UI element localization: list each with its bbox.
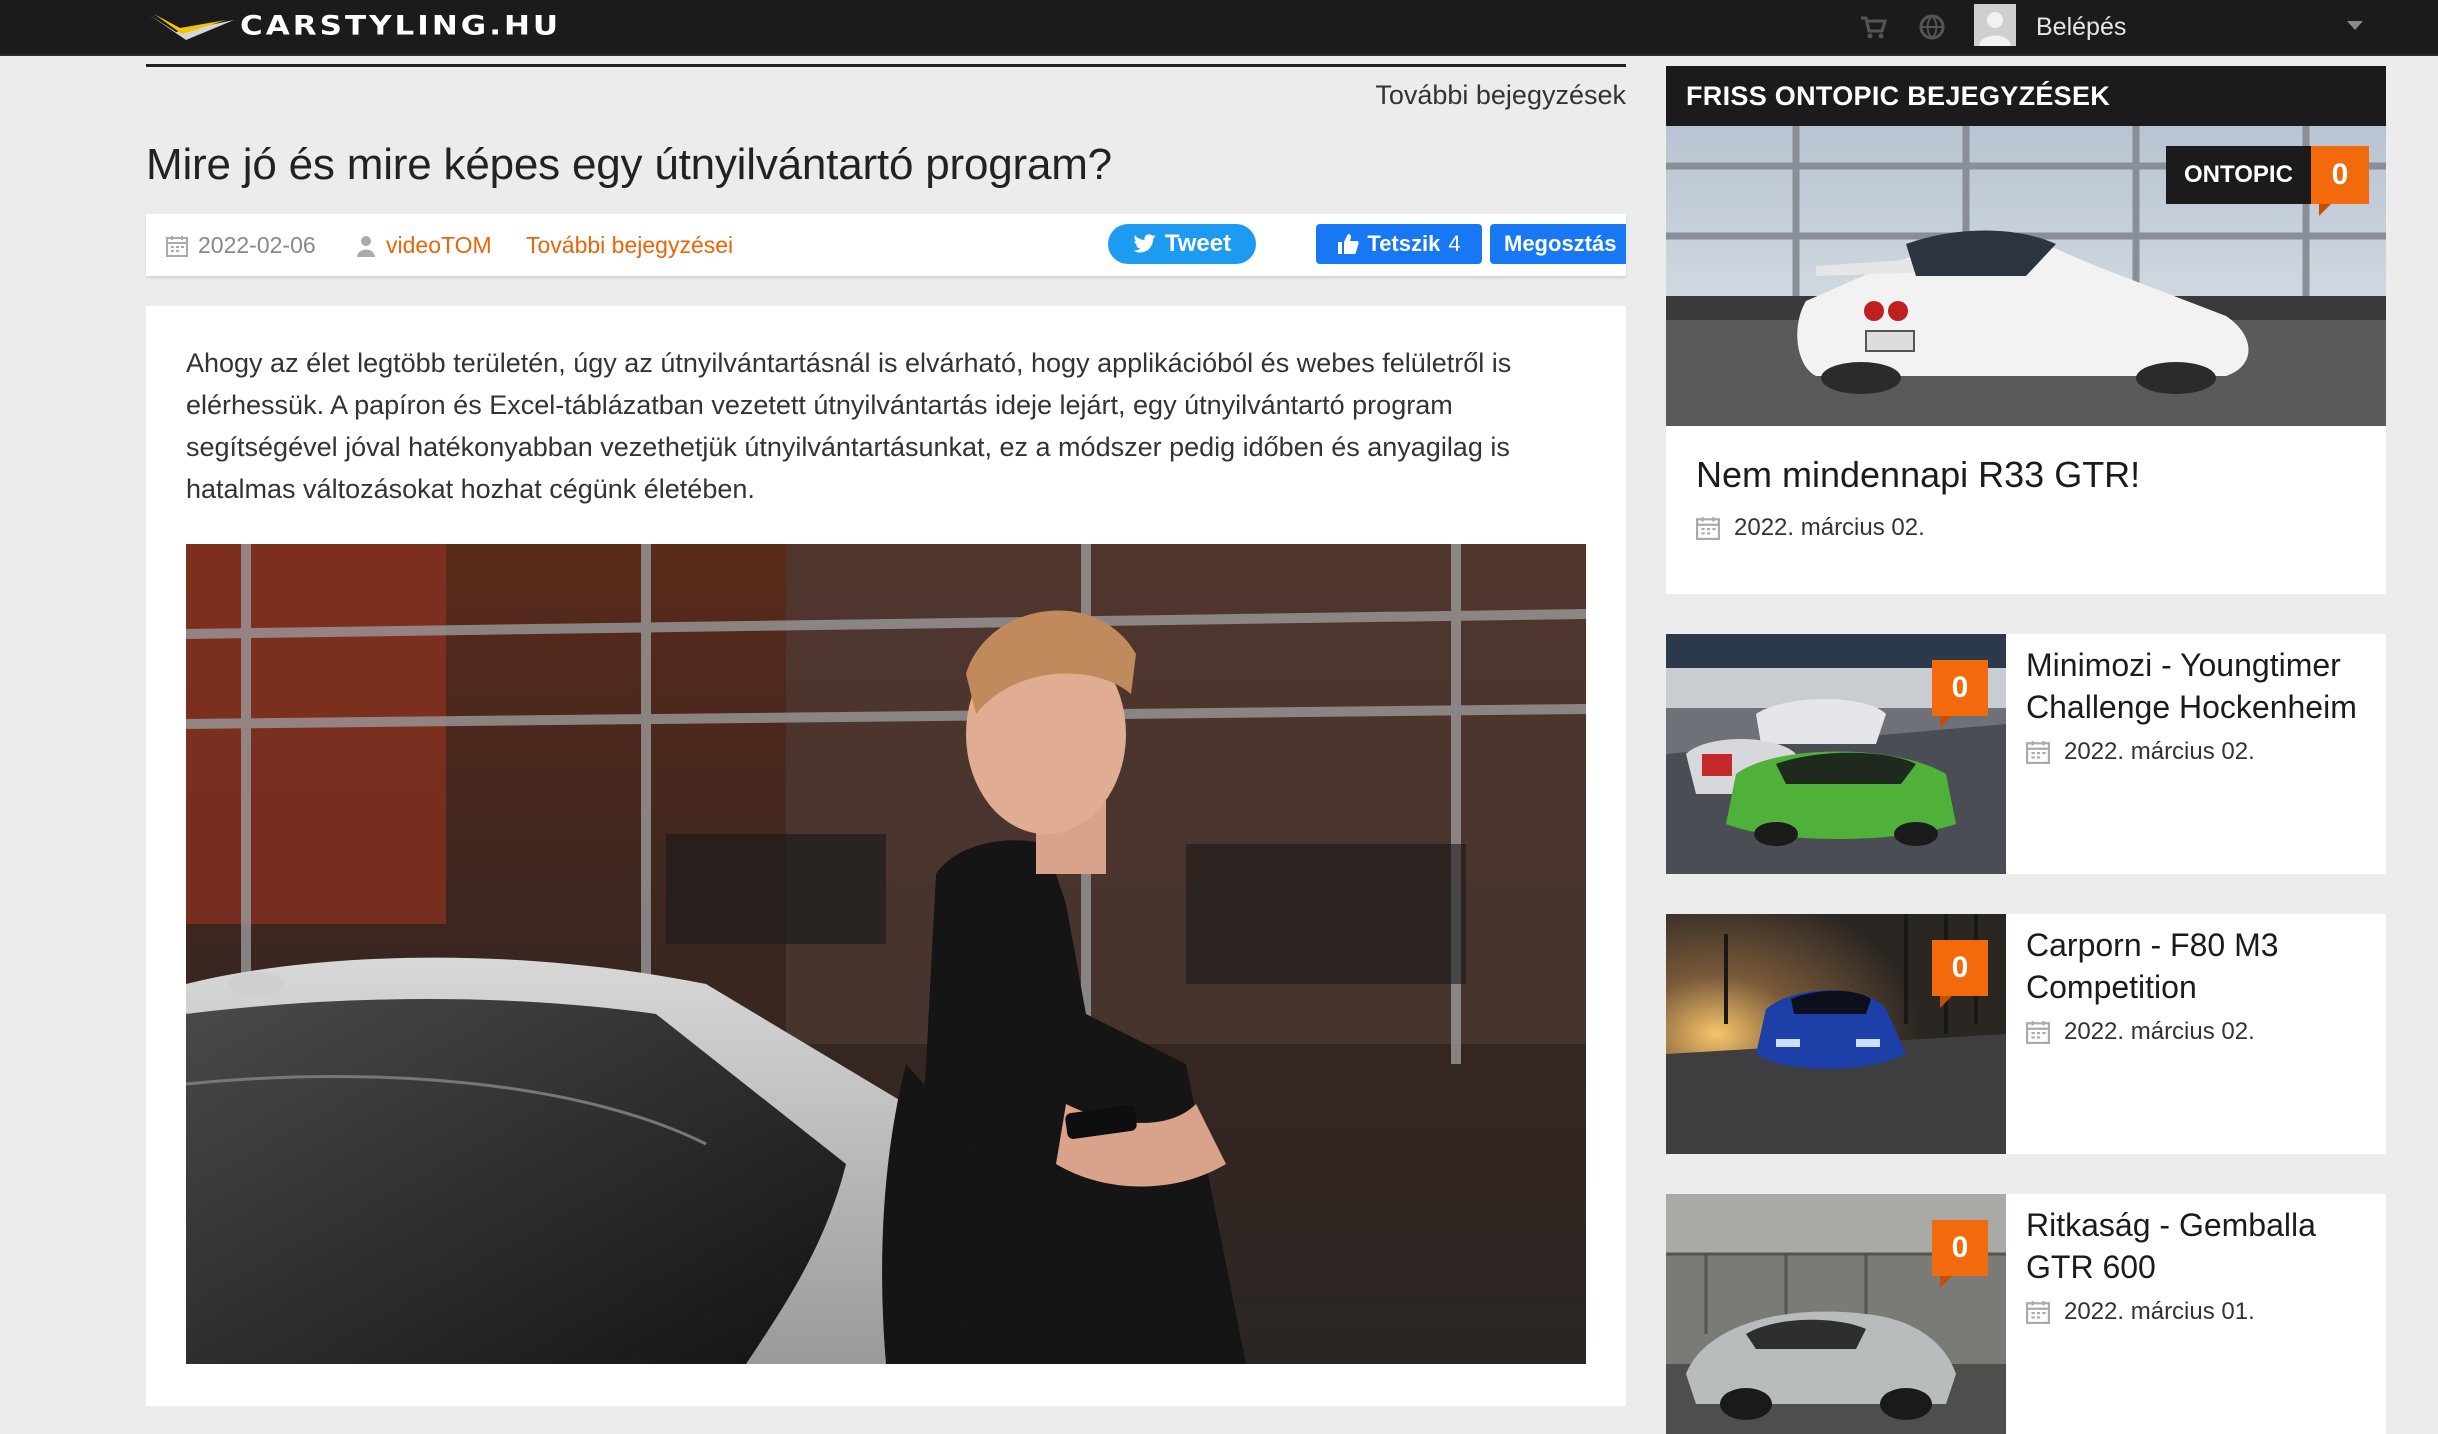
sidebar-post-item[interactable]: 0 Carporn - F80 M3 Competition 2022. már… — [1666, 914, 2386, 1154]
article-date: 2022-02-06 — [166, 232, 316, 259]
comment-count-badge: 0 — [1932, 1220, 1988, 1288]
cart-icon[interactable] — [1858, 12, 1888, 42]
sidebar-header: FRISS ONTOPIC BEJEGYZÉSEK — [1666, 66, 2386, 126]
author-more-posts-link[interactable]: További bejegyzései — [526, 232, 733, 259]
featured-post-date-text: 2022. március 02. — [1734, 514, 1925, 541]
sidebar-post-date: 2022. március 02. — [2026, 738, 2255, 766]
featured-post-title[interactable]: Nem mindennapi R33 GTR! — [1696, 454, 2140, 496]
user-icon — [357, 235, 375, 257]
sidebar-post-date-text: 2022. március 01. — [2064, 1298, 2255, 1325]
logo-text: CARSTYLING.HU — [240, 10, 562, 42]
user-silhouette-icon — [1974, 4, 2016, 46]
avatar[interactable] — [1974, 4, 2016, 46]
sidebar-post-date: 2022. március 02. — [2026, 1018, 2255, 1046]
sidebar-post-title[interactable]: Carporn - F80 M3 Competition — [2026, 924, 2376, 1008]
calendar-icon — [2026, 1021, 2050, 1044]
login-link[interactable]: Belépés — [2036, 13, 2126, 42]
article-hero-image — [186, 544, 1586, 1364]
article-body: Ahogy az élet legtöbb területén, úgy az … — [146, 306, 1626, 1406]
ontopic-badge: ONTOPIC 0 — [2166, 146, 2369, 216]
tweet-button[interactable]: Tweet — [1108, 224, 1256, 264]
top-navigation-bar: CARSTYLING.HU Belépés — [0, 0, 2438, 56]
article-lead-paragraph: Ahogy az élet legtöbb területén, úgy az … — [186, 348, 1512, 504]
sidebar-post-thumbnail[interactable]: 0 — [1666, 914, 2006, 1154]
calendar-icon — [1696, 517, 1720, 540]
site-logo[interactable]: CARSTYLING.HU — [146, 4, 561, 48]
sidebar-post-date-text: 2022. március 02. — [2064, 1018, 2255, 1045]
author-name[interactable]: videoTOM — [386, 232, 492, 259]
twitter-bird-icon — [1132, 234, 1156, 253]
like-label: Tetszik — [1367, 231, 1441, 256]
sidebar-post-date: 2022. március 01. — [2026, 1298, 2255, 1326]
sidebar-post-title[interactable]: Ritkaság - Gemballa GTR 600 — [2026, 1204, 2376, 1288]
thumbs-up-icon — [1338, 234, 1360, 254]
more-posts-link[interactable]: További bejegyzések — [146, 80, 1626, 111]
featured-post-card[interactable]: ONTOPIC 0 Nem mindennapi R33 GTR! 2022. … — [1666, 126, 2386, 594]
facebook-like-button[interactable]: Tetszik 4 — [1316, 224, 1482, 264]
share-label: Megosztás — [1504, 231, 1617, 256]
facebook-share-button[interactable]: Megosztás — [1490, 224, 1626, 264]
globe-icon[interactable] — [1917, 12, 1947, 42]
featured-post-image[interactable]: ONTOPIC 0 — [1666, 126, 2386, 426]
calendar-icon — [2026, 741, 2050, 764]
featured-post-date: 2022. március 02. — [1696, 514, 1925, 542]
sidebar-post-thumbnail[interactable]: 0 — [1666, 634, 2006, 874]
comment-count-badge: 0 — [1932, 940, 1988, 1008]
ontopic-label: ONTOPIC — [2166, 146, 2311, 204]
content-divider — [146, 64, 1626, 67]
sidebar-post-title[interactable]: Minimozi - Youngtimer Challenge Hockenhe… — [2026, 644, 2376, 728]
comment-count-badge: 0 — [2310, 146, 2369, 216]
like-count: 4 — [1448, 231, 1461, 256]
sidebar-post-date-text: 2022. március 02. — [2064, 738, 2255, 765]
article-meta-bar: 2022-02-06 videoTOM További bejegyzései … — [146, 214, 1626, 276]
tweet-label: Tweet — [1164, 230, 1232, 257]
article-date-text: 2022-02-06 — [198, 232, 316, 258]
sidebar-post-item[interactable]: 0 Minimozi - Youngtimer Challenge Hocken… — [1666, 634, 2386, 874]
sidebar-post-item[interactable]: 0 Ritkaság - Gemballa GTR 600 2022. márc… — [1666, 1194, 2386, 1434]
article-title: Mire jó és mire képes egy útnyilvántartó… — [146, 140, 1112, 189]
calendar-icon — [2026, 1301, 2050, 1324]
comment-count-badge: 0 — [1932, 660, 1988, 728]
logo-swoosh-icon — [148, 14, 234, 40]
man-with-phone-photo — [186, 544, 1586, 1364]
calendar-icon — [166, 235, 188, 257]
article-author[interactable]: videoTOM — [356, 232, 492, 259]
sidebar-post-thumbnail[interactable]: 0 — [1666, 1194, 2006, 1434]
chevron-down-icon[interactable] — [2346, 20, 2364, 32]
